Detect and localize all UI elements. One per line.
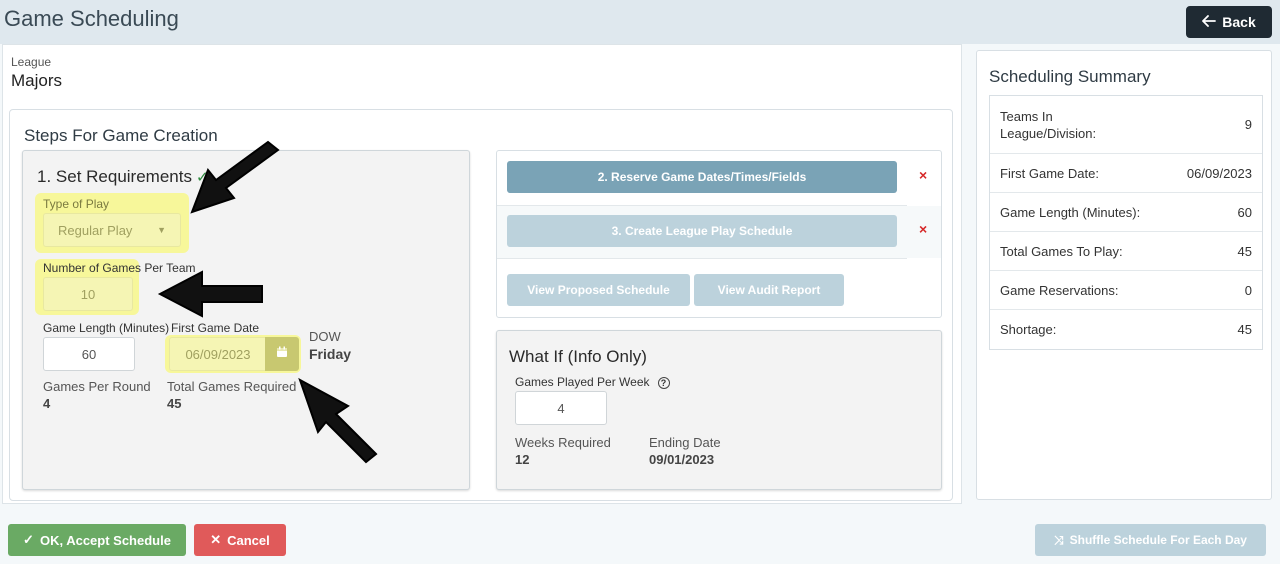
scheduling-summary: Scheduling Summary Teams In League/Divis…	[976, 50, 1272, 500]
weeks-required-label: Weeks Required	[515, 435, 611, 450]
page-header: Game Scheduling Back	[0, 0, 1280, 44]
type-of-play-value: Regular Play	[58, 222, 133, 238]
summary-row-value: 45	[1237, 243, 1252, 259]
games-per-round-label: Games Per Round	[43, 379, 151, 394]
summary-row: Teams In League/Division: 9	[990, 96, 1262, 154]
total-games-required-label: Total Games Required	[167, 379, 297, 394]
summary-row-label: Game Length (Minutes):	[1000, 204, 1141, 220]
league-label: League	[11, 55, 52, 69]
calendar-icon	[276, 345, 288, 363]
ending-date-value: 09/01/2023	[649, 452, 715, 467]
dow-label: DOW	[309, 329, 341, 344]
summary-row: Total Games To Play: 45	[990, 232, 1262, 271]
shuffle-schedule-button[interactable]: ⤨ Shuffle Schedule For Each Day	[1035, 524, 1266, 556]
games-per-week-label-text: Games Played Per Week	[515, 375, 650, 389]
arrow-left-icon	[1202, 14, 1217, 30]
summary-table: Teams In League/Division: 9 First Game D…	[989, 95, 1263, 350]
view-audit-report-label: View Audit Report	[717, 283, 821, 297]
calendar-button[interactable]	[265, 337, 299, 371]
help-icon[interactable]: ?	[657, 376, 670, 389]
dow-value: Friday	[309, 346, 352, 362]
summary-row: Shortage: 45	[990, 310, 1262, 349]
create-schedule-button[interactable]: 3. Create League Play Schedule	[507, 215, 897, 247]
view-proposed-schedule-button[interactable]: View Proposed Schedule	[507, 274, 690, 306]
accept-schedule-button[interactable]: ✓ OK, Accept Schedule	[8, 524, 186, 556]
games-per-round-value: 4	[43, 396, 51, 411]
summary-row-label: Teams In League/Division:	[1000, 108, 1097, 141]
games-per-week-input[interactable]: 4	[515, 391, 607, 425]
requirements-title-text: 1. Set Requirements	[37, 167, 192, 186]
summary-row: First Game Date: 06/09/2023	[990, 154, 1262, 193]
summary-row-value: 45	[1237, 322, 1252, 337]
shuffle-icon: ⤨	[1054, 532, 1064, 547]
summary-row-value: 60	[1237, 204, 1252, 220]
requirements-title: 1. Set Requirements ✓	[37, 167, 209, 187]
back-label: Back	[1222, 14, 1256, 30]
games-per-week-value: 4	[557, 400, 565, 416]
check-icon: ✓	[23, 532, 34, 547]
shuffle-schedule-label: Shuffle Schedule For Each Day	[1069, 533, 1247, 547]
summary-row-label: Shortage:	[1000, 322, 1057, 337]
reserve-game-dates-button[interactable]: 2. Reserve Game Dates/Times/Fields	[507, 161, 897, 193]
left-panel: League Majors Steps For Game Creation 1.…	[2, 44, 962, 504]
actions-card: 2. Reserve Game Dates/Times/Fields × 3. …	[496, 150, 942, 318]
total-games-required-value: 45	[167, 396, 182, 411]
games-per-team-value: 10	[80, 286, 96, 302]
summary-title: Scheduling Summary	[989, 67, 1151, 86]
main-content: League Majors Steps For Game Creation 1.…	[0, 44, 1280, 564]
annotation-arrow-icon	[190, 140, 280, 214]
steps-card: Steps For Game Creation 1. Set Requireme…	[9, 109, 953, 501]
page-title: Game Scheduling	[4, 6, 179, 31]
close-icon: ×	[919, 221, 928, 237]
games-per-team-input[interactable]: 10	[43, 277, 133, 311]
summary-row-label: Game Reservations:	[1000, 282, 1119, 298]
first-game-date-value: 06/09/2023	[185, 346, 251, 362]
game-length-label: Game Length (Minutes)	[43, 321, 170, 335]
create-schedule-label: 3. Create League Play Schedule	[611, 224, 793, 238]
game-length-input[interactable]: 60	[43, 337, 135, 371]
view-proposed-schedule-label: View Proposed Schedule	[527, 283, 670, 297]
type-of-play-select[interactable]: Regular Play ▼	[43, 213, 181, 247]
accept-schedule-label: OK, Accept Schedule	[39, 532, 171, 548]
weeks-required-value: 12	[515, 452, 530, 467]
games-per-week-label: Games Played Per Week?	[515, 375, 670, 389]
summary-row-value: 0	[1244, 282, 1252, 298]
league-value: Majors	[11, 71, 63, 90]
type-of-play-label: Type of Play	[43, 197, 110, 211]
summary-row-value: 9	[1244, 117, 1252, 132]
cancel-label: Cancel	[227, 532, 270, 548]
row-divider	[497, 258, 907, 259]
chevron-down-icon: ▼	[157, 225, 166, 235]
summary-row-label: Total Games To Play:	[1000, 243, 1123, 259]
summary-row-value: 06/09/2023	[1186, 165, 1252, 181]
first-game-date-input[interactable]: 06/09/2023	[169, 337, 267, 371]
what-if-card: What If (Info Only) Games Played Per Wee…	[496, 330, 942, 490]
back-button[interactable]: Back	[1186, 6, 1272, 38]
cancel-button[interactable]: ✕ Cancel	[194, 524, 286, 556]
view-audit-report-button[interactable]: View Audit Report	[694, 274, 844, 306]
close-icon: ✕	[210, 532, 222, 547]
summary-row: Game Reservations: 0	[990, 271, 1262, 310]
what-if-title: What If (Info Only)	[509, 347, 647, 366]
reserve-game-dates-label: 2. Reserve Game Dates/Times/Fields	[597, 170, 807, 184]
game-length-value: 60	[81, 346, 97, 362]
summary-row: Game Length (Minutes): 60	[990, 193, 1262, 232]
annotation-arrow-icon	[157, 270, 263, 318]
close-icon: ×	[919, 167, 928, 183]
summary-row-label: First Game Date:	[1000, 165, 1099, 181]
annotation-arrow-icon	[298, 377, 378, 464]
ending-date-label: Ending Date	[649, 435, 721, 450]
